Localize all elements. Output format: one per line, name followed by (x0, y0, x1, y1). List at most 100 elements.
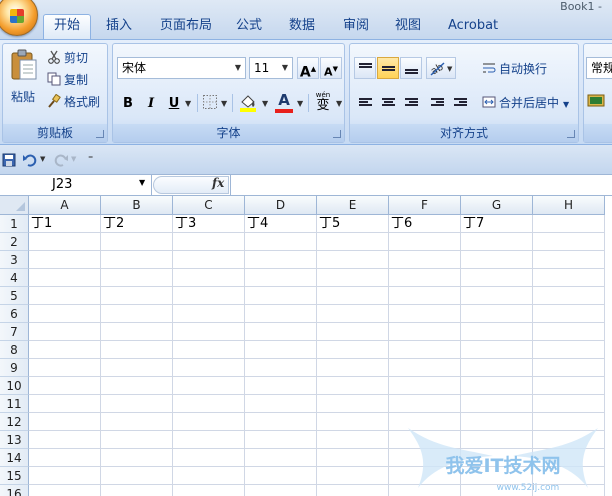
row-header-9[interactable]: 9 (0, 359, 29, 377)
cell-c15[interactable] (173, 467, 245, 485)
cell-d7[interactable] (245, 323, 317, 341)
chevron-down-icon[interactable]: ▼ (221, 99, 227, 108)
row-header-4[interactable]: 4 (0, 269, 29, 287)
cell-b4[interactable] (101, 269, 173, 287)
cell-b7[interactable] (101, 323, 173, 341)
save-icon[interactable] (2, 153, 16, 167)
align-left-button[interactable] (354, 92, 376, 114)
cell-e6[interactable] (317, 305, 389, 323)
cell-f9[interactable] (389, 359, 461, 377)
cell-b8[interactable] (101, 341, 173, 359)
italic-button[interactable]: I (140, 92, 162, 114)
borders-button[interactable] (202, 94, 220, 112)
cell-h6[interactable] (533, 305, 605, 323)
decrease-indent-button[interactable] (426, 92, 448, 114)
cell-g8[interactable] (461, 341, 533, 359)
cell-f4[interactable] (389, 269, 461, 287)
grow-font-button[interactable]: A▲ (297, 57, 319, 81)
column-header-a[interactable]: A (29, 196, 101, 215)
font-size-combo[interactable]: 11 ▼ (249, 57, 293, 79)
cell-h5[interactable] (533, 287, 605, 305)
cell-d12[interactable] (245, 413, 317, 431)
phonetic-guide-button[interactable]: wén 变 (311, 91, 335, 115)
row-header-14[interactable]: 14 (0, 449, 29, 467)
orientation-button[interactable]: ab▼ (426, 57, 456, 79)
cell-d16[interactable] (245, 485, 317, 496)
row-header-16[interactable]: 16 (0, 485, 29, 496)
row-header-15[interactable]: 15 (0, 467, 29, 485)
cell-d11[interactable] (245, 395, 317, 413)
cell-a11[interactable] (29, 395, 101, 413)
select-all-corner[interactable] (0, 196, 29, 215)
cell-e14[interactable] (317, 449, 389, 467)
column-header-g[interactable]: G (461, 196, 533, 215)
cell-c9[interactable] (173, 359, 245, 377)
align-middle-button[interactable] (377, 57, 399, 79)
row-header-7[interactable]: 7 (0, 323, 29, 341)
column-header-h[interactable]: H (533, 196, 605, 215)
cell-h4[interactable] (533, 269, 605, 287)
cell-c2[interactable] (173, 233, 245, 251)
cell-c11[interactable] (173, 395, 245, 413)
cell-e1[interactable]: 丁5 (317, 215, 389, 233)
clipboard-dialog-launcher-icon[interactable] (96, 130, 104, 138)
align-right-button[interactable] (400, 92, 422, 114)
chevron-down-icon[interactable]: ▼ (336, 99, 342, 108)
cell-d9[interactable] (245, 359, 317, 377)
cell-c5[interactable] (173, 287, 245, 305)
chevron-down-icon[interactable]: ▼ (262, 99, 268, 108)
font-dialog-launcher-icon[interactable] (333, 130, 341, 138)
cell-f6[interactable] (389, 305, 461, 323)
cell-e3[interactable] (317, 251, 389, 269)
cell-e16[interactable] (317, 485, 389, 496)
cell-d14[interactable] (245, 449, 317, 467)
cell-g3[interactable] (461, 251, 533, 269)
row-header-13[interactable]: 13 (0, 431, 29, 449)
copy-button[interactable]: 复制 (47, 70, 88, 90)
cell-b2[interactable] (101, 233, 173, 251)
cell-d10[interactable] (245, 377, 317, 395)
row-header-6[interactable]: 6 (0, 305, 29, 323)
row-header-8[interactable]: 8 (0, 341, 29, 359)
cell-h1[interactable] (533, 215, 605, 233)
column-header-e[interactable]: E (317, 196, 389, 215)
cell-c1[interactable]: 丁3 (173, 215, 245, 233)
cell-b16[interactable] (101, 485, 173, 496)
cell-c14[interactable] (173, 449, 245, 467)
tab-data[interactable]: 数据 (279, 15, 325, 39)
tab-review[interactable]: 审阅 (333, 15, 379, 39)
row-header-10[interactable]: 10 (0, 377, 29, 395)
insert-function-icon[interactable]: fx (212, 176, 224, 190)
format-painter-button[interactable]: 格式刷 (47, 92, 100, 112)
currency-format-button[interactable] (587, 92, 609, 112)
increase-indent-button[interactable] (449, 92, 471, 114)
cell-a5[interactable] (29, 287, 101, 305)
chevron-down-icon[interactable]: ▼ (139, 178, 145, 187)
tab-insert[interactable]: 插入 (96, 15, 142, 39)
merge-center-button[interactable]: 合并后居中 ▼ (482, 93, 569, 113)
font-name-combo[interactable]: 宋体 ▼ (117, 57, 246, 79)
cell-d8[interactable] (245, 341, 317, 359)
cell-f11[interactable] (389, 395, 461, 413)
cell-c12[interactable] (173, 413, 245, 431)
undo-icon[interactable] (22, 152, 38, 168)
cut-button[interactable]: 剪切 (47, 48, 88, 68)
cell-e5[interactable] (317, 287, 389, 305)
cell-h2[interactable] (533, 233, 605, 251)
cell-h9[interactable] (533, 359, 605, 377)
cell-a4[interactable] (29, 269, 101, 287)
cell-e12[interactable] (317, 413, 389, 431)
cell-a8[interactable] (29, 341, 101, 359)
font-color-button[interactable]: A (273, 92, 295, 114)
chevron-down-icon[interactable]: ▼ (185, 99, 191, 108)
cell-b5[interactable] (101, 287, 173, 305)
customize-qat-icon[interactable]: ₌ (88, 151, 93, 162)
cell-b9[interactable] (101, 359, 173, 377)
cell-g6[interactable] (461, 305, 533, 323)
cell-a1[interactable]: 丁1 (29, 215, 101, 233)
tab-formulas[interactable]: 公式 (226, 15, 272, 39)
cell-d15[interactable] (245, 467, 317, 485)
cell-a14[interactable] (29, 449, 101, 467)
cell-g1[interactable]: 丁7 (461, 215, 533, 233)
cell-h7[interactable] (533, 323, 605, 341)
